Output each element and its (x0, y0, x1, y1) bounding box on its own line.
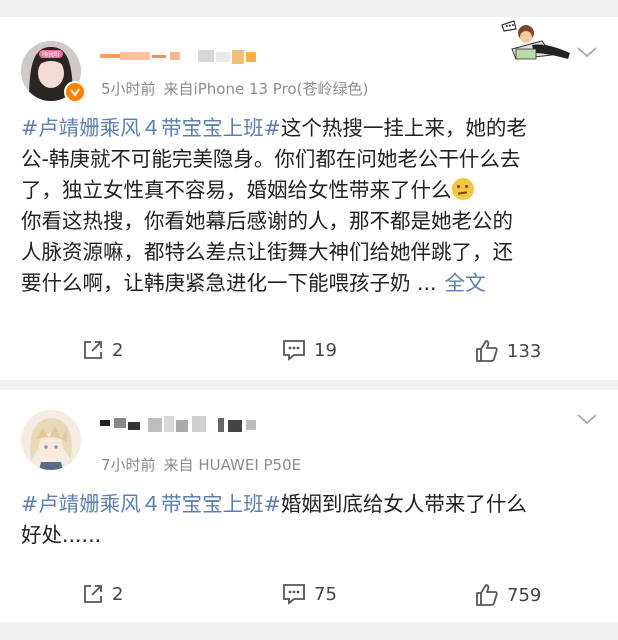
verified-badge-icon (64, 81, 86, 103)
text-line: 婚姻到底给女人带来了什么 (280, 492, 527, 516)
avatar[interactable] (21, 410, 81, 470)
comment-icon (283, 584, 305, 605)
hashtag-link[interactable]: #卢靖姗乘风４带宝宝上班# (21, 116, 281, 140)
repost-button[interactable]: 2 (82, 339, 123, 361)
comment-count: 19 (314, 339, 337, 361)
post-text: #卢靖姗乘风４带宝宝上班#婚姻到底给女人带来了什么 好处...... (21, 489, 601, 551)
post-time: 5小时前 (101, 80, 156, 98)
post-actions: 2 75 759 (0, 583, 618, 613)
like-count: 133 (507, 340, 542, 362)
post-text: #卢靖姗乘风４带宝宝上班#这个热搜一挂上来，她的老 公-韩庚就不可能完美隐身。你… (21, 113, 601, 299)
text-line: 好处...... (21, 523, 102, 547)
text-line: 公-韩庚就不可能完美隐身。你们都在问她老公干什么去 (21, 147, 521, 171)
text-line: 要什么啊，让韩庚紧急进化一下能喂孩子奶 ... (21, 271, 437, 295)
repost-count: 2 (112, 339, 124, 361)
comment-icon (283, 340, 305, 361)
post-card[interactable]: 7小时前 来自 HUAWEI P50E #卢靖姗乘风４带宝宝上班#婚姻到底给女人带… (0, 390, 618, 622)
avatar-image (21, 410, 81, 470)
like-icon (476, 584, 498, 606)
post-source: 来自iPhone 13 Pro(苍岭绿色) (163, 80, 369, 98)
hashtag-link[interactable]: #卢靖姗乘风４带宝宝上班# (21, 492, 281, 516)
avatar-sticker-text: 嗨我呀 (42, 51, 60, 59)
username-blurred[interactable] (100, 46, 270, 66)
comment-count: 75 (314, 583, 337, 605)
text-line: 了，独立女性真不容易，婚姻给女性带来了什么 (21, 178, 452, 202)
comment-button[interactable]: 19 (282, 339, 337, 361)
like-button[interactable]: 133 (475, 339, 541, 363)
repost-icon (84, 585, 102, 603)
post-meta: 7小时前 来自 HUAWEI P50E (101, 454, 301, 475)
post-actions: 2 19 133 (0, 339, 618, 369)
like-icon (476, 340, 498, 362)
decorative-sticker (492, 19, 574, 65)
repost-icon (84, 341, 102, 359)
text-line: 你看这热搜，你看她幕后感谢的人，那不都是她老公的 (21, 209, 513, 233)
username-blurred[interactable] (100, 412, 280, 432)
thinking-emoji-icon (451, 178, 474, 200)
post-time: 7小时前 (101, 456, 156, 474)
repost-button[interactable]: 2 (82, 583, 123, 605)
like-count: 759 (507, 584, 542, 606)
post-source: 来自 HUAWEI P50E (163, 456, 302, 474)
text-line: 这个热搜一挂上来，她的老 (280, 116, 527, 140)
expand-full-text-link[interactable]: 全文 (445, 271, 486, 295)
repost-count: 2 (112, 583, 124, 605)
like-button[interactable]: 759 (475, 583, 541, 607)
post-meta: 5小时前 来自iPhone 13 Pro(苍岭绿色) (101, 78, 368, 99)
chevron-down-icon[interactable] (576, 45, 598, 59)
comment-button[interactable]: 75 (282, 583, 337, 605)
chevron-down-icon[interactable] (576, 412, 598, 426)
post-card[interactable]: 嗨我呀 5小时前 来自iPhone 13 Pro(苍岭绿色) #卢靖姗乘风４带宝… (0, 17, 618, 380)
text-line: 人脉资源嘛，都特么差点让街舞大神们给她伴跳了，还 (21, 240, 513, 264)
